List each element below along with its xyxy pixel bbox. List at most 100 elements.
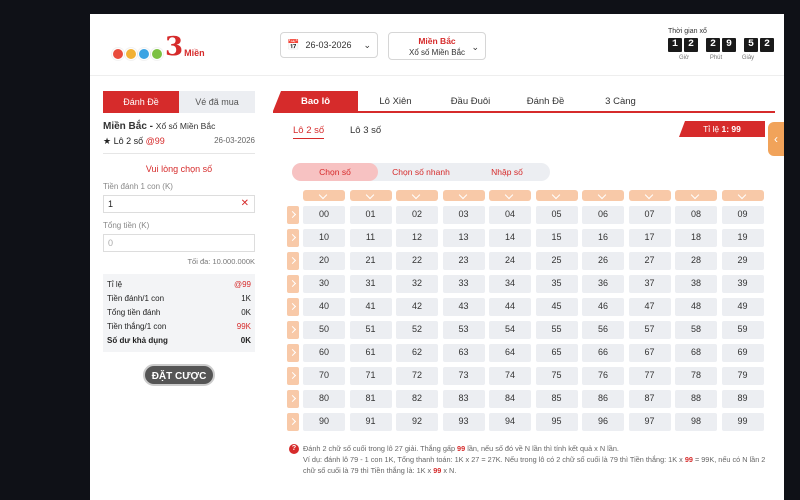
number-cell[interactable]: 54 [489,321,531,339]
number-cell[interactable]: 45 [535,298,578,316]
number-cell[interactable]: 82 [396,390,438,408]
number-cell[interactable]: 24 [489,252,531,270]
number-cell[interactable]: 21 [349,252,392,270]
row-select-button[interactable] [287,390,299,408]
number-cell[interactable]: 52 [396,321,438,339]
number-cell[interactable]: 96 [582,413,624,431]
number-cell[interactable]: 00 [303,206,345,224]
number-cell[interactable]: 71 [349,367,392,385]
place-bet-button[interactable]: ĐẶT CƯỢC [143,364,215,386]
number-cell[interactable]: 16 [582,229,624,247]
number-cell[interactable]: 32 [396,275,438,293]
number-cell[interactable]: 70 [303,367,345,385]
number-cell[interactable]: 43 [442,298,485,316]
number-cell[interactable]: 83 [442,390,485,408]
number-cell[interactable]: 65 [535,344,578,362]
number-cell[interactable]: 91 [349,413,392,431]
number-cell[interactable]: 46 [582,298,624,316]
number-cell[interactable]: 64 [489,344,531,362]
number-cell[interactable]: 77 [628,367,671,385]
number-cell[interactable]: 33 [442,275,485,293]
pill-choose[interactable]: Chọn số [292,163,378,181]
number-cell[interactable]: 25 [535,252,578,270]
number-cell[interactable]: 76 [582,367,624,385]
number-cell[interactable]: 75 [535,367,578,385]
number-cell[interactable]: 92 [396,413,438,431]
bet-per-input[interactable]: 1 ✕ [103,195,255,213]
column-select-button[interactable] [442,190,485,201]
number-cell[interactable]: 18 [675,229,717,247]
number-cell[interactable]: 11 [349,229,392,247]
number-cell[interactable]: 17 [628,229,671,247]
tab-bao-lo[interactable]: Bao lô [273,91,358,111]
logo[interactable]: 3 Miền [112,32,205,60]
row-select-button[interactable] [287,344,299,362]
number-cell[interactable]: 66 [582,344,624,362]
tab-3-cang[interactable]: 3 Càng [583,91,658,111]
number-cell[interactable]: 23 [442,252,485,270]
number-cell[interactable]: 13 [442,229,485,247]
number-cell[interactable]: 86 [582,390,624,408]
number-cell[interactable]: 80 [303,390,345,408]
column-select-button[interactable] [675,190,717,201]
column-select-button[interactable] [721,190,764,201]
row-select-button[interactable] [287,275,299,293]
chevron-left-icon[interactable]: ‹ [768,122,784,156]
number-cell[interactable]: 37 [628,275,671,293]
number-cell[interactable]: 36 [582,275,624,293]
subtab-lo-3-so[interactable]: Lô 3 số [350,125,381,136]
number-cell[interactable]: 60 [303,344,345,362]
number-cell[interactable]: 27 [628,252,671,270]
number-cell[interactable]: 59 [721,321,764,339]
column-select-button[interactable] [535,190,578,201]
number-cell[interactable]: 47 [628,298,671,316]
number-cell[interactable]: 03 [442,206,485,224]
number-cell[interactable]: 58 [675,321,717,339]
number-cell[interactable]: 63 [442,344,485,362]
number-cell[interactable]: 10 [303,229,345,247]
number-cell[interactable]: 98 [675,413,717,431]
number-cell[interactable]: 51 [349,321,392,339]
number-cell[interactable]: 69 [721,344,764,362]
number-cell[interactable]: 89 [721,390,764,408]
pill-enter[interactable]: Nhập số [464,163,550,181]
number-cell[interactable]: 40 [303,298,345,316]
number-cell[interactable]: 29 [721,252,764,270]
number-cell[interactable]: 28 [675,252,717,270]
number-cell[interactable]: 41 [349,298,392,316]
number-cell[interactable]: 81 [349,390,392,408]
row-select-button[interactable] [287,413,299,431]
number-cell[interactable]: 14 [489,229,531,247]
row-select-button[interactable] [287,321,299,339]
region-select[interactable]: Miền Bắc Xổ số Miền Bắc ⌄ [388,32,486,60]
number-cell[interactable]: 74 [489,367,531,385]
column-select-button[interactable] [628,190,671,201]
tab-purchased[interactable]: Vé đã mua [179,91,255,113]
row-select-button[interactable] [287,298,299,316]
number-cell[interactable]: 26 [582,252,624,270]
number-cell[interactable]: 61 [349,344,392,362]
column-select-button[interactable] [582,190,624,201]
number-cell[interactable]: 04 [489,206,531,224]
number-cell[interactable]: 99 [721,413,764,431]
number-cell[interactable]: 68 [675,344,717,362]
clear-icon[interactable]: ✕ [241,196,249,212]
number-cell[interactable]: 95 [535,413,578,431]
number-cell[interactable]: 05 [535,206,578,224]
number-cell[interactable]: 15 [535,229,578,247]
number-cell[interactable]: 88 [675,390,717,408]
number-cell[interactable]: 01 [349,206,392,224]
row-select-button[interactable] [287,367,299,385]
number-cell[interactable]: 67 [628,344,671,362]
number-cell[interactable]: 22 [396,252,438,270]
pill-quick-choose[interactable]: Chọn số nhanh [378,163,464,181]
number-cell[interactable]: 35 [535,275,578,293]
total-input[interactable]: 0 [103,234,255,252]
number-cell[interactable]: 34 [489,275,531,293]
number-cell[interactable]: 02 [396,206,438,224]
number-cell[interactable]: 49 [721,298,764,316]
tab-lo-xien[interactable]: Lô Xiên [358,91,433,111]
row-select-button[interactable] [287,229,299,247]
number-cell[interactable]: 12 [396,229,438,247]
number-cell[interactable]: 53 [442,321,485,339]
